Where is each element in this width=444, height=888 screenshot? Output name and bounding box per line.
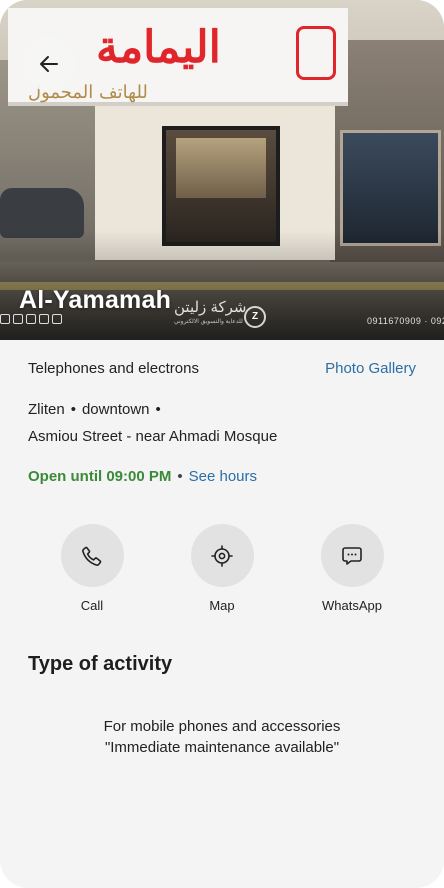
activity-description: For mobile phones and accessories "Immed… (0, 716, 444, 758)
watermark-social-icons (0, 314, 62, 324)
whatsapp-action: WhatsApp (307, 524, 397, 613)
whatsapp-button[interactable] (320, 524, 384, 587)
opening-hours: Open until 09:00 PM • See hours (28, 468, 258, 485)
action-buttons: Call Map WhatsApp (0, 524, 444, 624)
map-action: Map (177, 524, 267, 613)
whatsapp-label: WhatsApp (322, 598, 382, 613)
call-label: Call (80, 598, 104, 613)
phone-icon (82, 546, 102, 566)
city: Zliten (28, 401, 65, 418)
address: Asmiou Street - near Ahmadi Mosque (28, 428, 278, 445)
map-label: Map (209, 598, 235, 613)
shop-door (162, 126, 280, 246)
watermark-phone: 0911670909 · 0927 (367, 316, 444, 326)
location-line: Zliten • downtown • (28, 401, 161, 418)
activity-line-2: "Immediate maintenance available" (104, 739, 340, 756)
x-icon (13, 314, 23, 324)
youtube-icon (39, 314, 49, 324)
shop-logo-icon (296, 26, 336, 80)
chat-bubble-icon (342, 546, 362, 565)
open-status: Open until 09:00 PM (28, 468, 172, 485)
business-detail-screen: اليمامة للهاتف المحمول شركة زليتن للدعاي… (0, 0, 444, 888)
activity-line-1: For mobile phones and accessories (103, 718, 341, 735)
shop-sign-text: اليمامة (96, 22, 221, 73)
facebook-icon (52, 314, 62, 324)
crosshair-icon (211, 544, 233, 567)
business-category: Telephones and electrons (28, 360, 199, 377)
district: downtown (81, 401, 150, 418)
see-hours-link[interactable]: See hours (189, 468, 257, 485)
map-button[interactable] (190, 524, 254, 587)
watermark-tagline: للدعاية والتسويق الالكتروني (174, 319, 243, 325)
tiktok-icon (26, 314, 36, 324)
arrow-left-icon (40, 56, 58, 72)
call-action: Call (47, 524, 137, 613)
business-name: Al-Yamamah (19, 286, 172, 314)
back-button[interactable] (22, 37, 76, 91)
instagram-icon (0, 314, 10, 324)
call-button[interactable] (60, 524, 124, 587)
watermark-logo-icon: Z (244, 306, 266, 328)
activity-heading: Type of activity (28, 653, 173, 675)
photo-gallery-link[interactable]: Photo Gallery (325, 360, 416, 377)
watermark-brand: شركة زليتن (174, 299, 247, 316)
